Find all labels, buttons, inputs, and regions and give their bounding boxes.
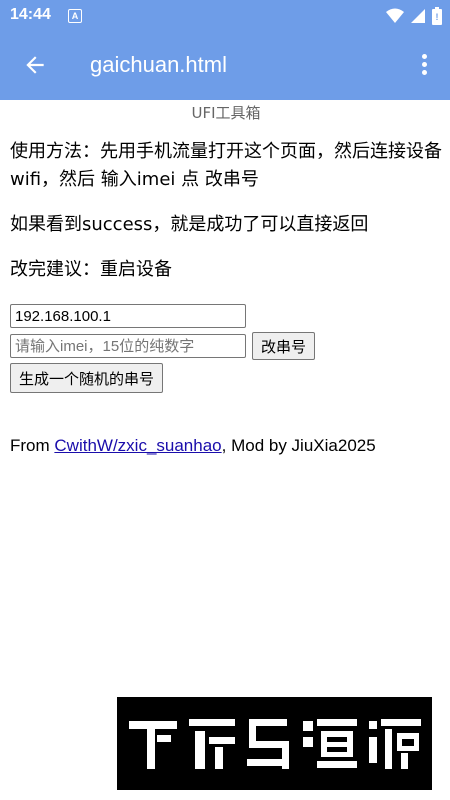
toolbox-header: UFI工具箱 [191,104,261,122]
input-area: 改串号 生成一个随机的串号 [10,304,442,393]
success-note: 如果看到success，就是成功了可以直接返回 [10,214,369,235]
back-arrow-icon[interactable] [22,52,48,78]
ip-address-input[interactable] [10,304,246,328]
change-serial-button[interactable]: 改串号 [252,332,316,360]
notification-icon: A [68,9,82,23]
status-time: 14:44 [10,6,51,23]
imei-input[interactable] [10,334,246,358]
status-bar: 14:44 A ! [0,0,450,32]
page-content: UFI工具箱 使用方法：先用手机流量打开这个页面，然后连接设备wifi，然后 输… [10,100,442,456]
watermark-lettering [129,719,421,769]
generate-random-serial-button[interactable]: 生成一个随机的串号 [10,363,164,393]
watermark-logo [117,697,432,790]
cellular-signal-icon [411,9,425,23]
restart-advice: 改完建议：重启设备 [10,259,172,280]
imei-row: 改串号 [10,332,442,360]
app-bar: gaichuan.html [0,32,450,100]
footer-suffix: , Mod by JiuXia2025 [221,436,376,455]
more-options-icon[interactable] [420,52,428,78]
usage-instructions: 使用方法：先用手机流量打开这个页面，然后连接设备wifi，然后 输入imei 点… [10,141,442,190]
svg-text:!: ! [436,12,439,22]
page-title: gaichuan.html [90,52,227,77]
status-icons: ! [386,6,442,26]
battery-icon: ! [432,7,442,25]
credits-footer: From CwithW/zxic_suanhao, Mod by JiuXia2… [10,436,442,456]
wifi-icon [386,8,404,23]
repo-link[interactable]: CwithW/zxic_suanhao [54,436,221,455]
footer-prefix: From [10,436,55,455]
